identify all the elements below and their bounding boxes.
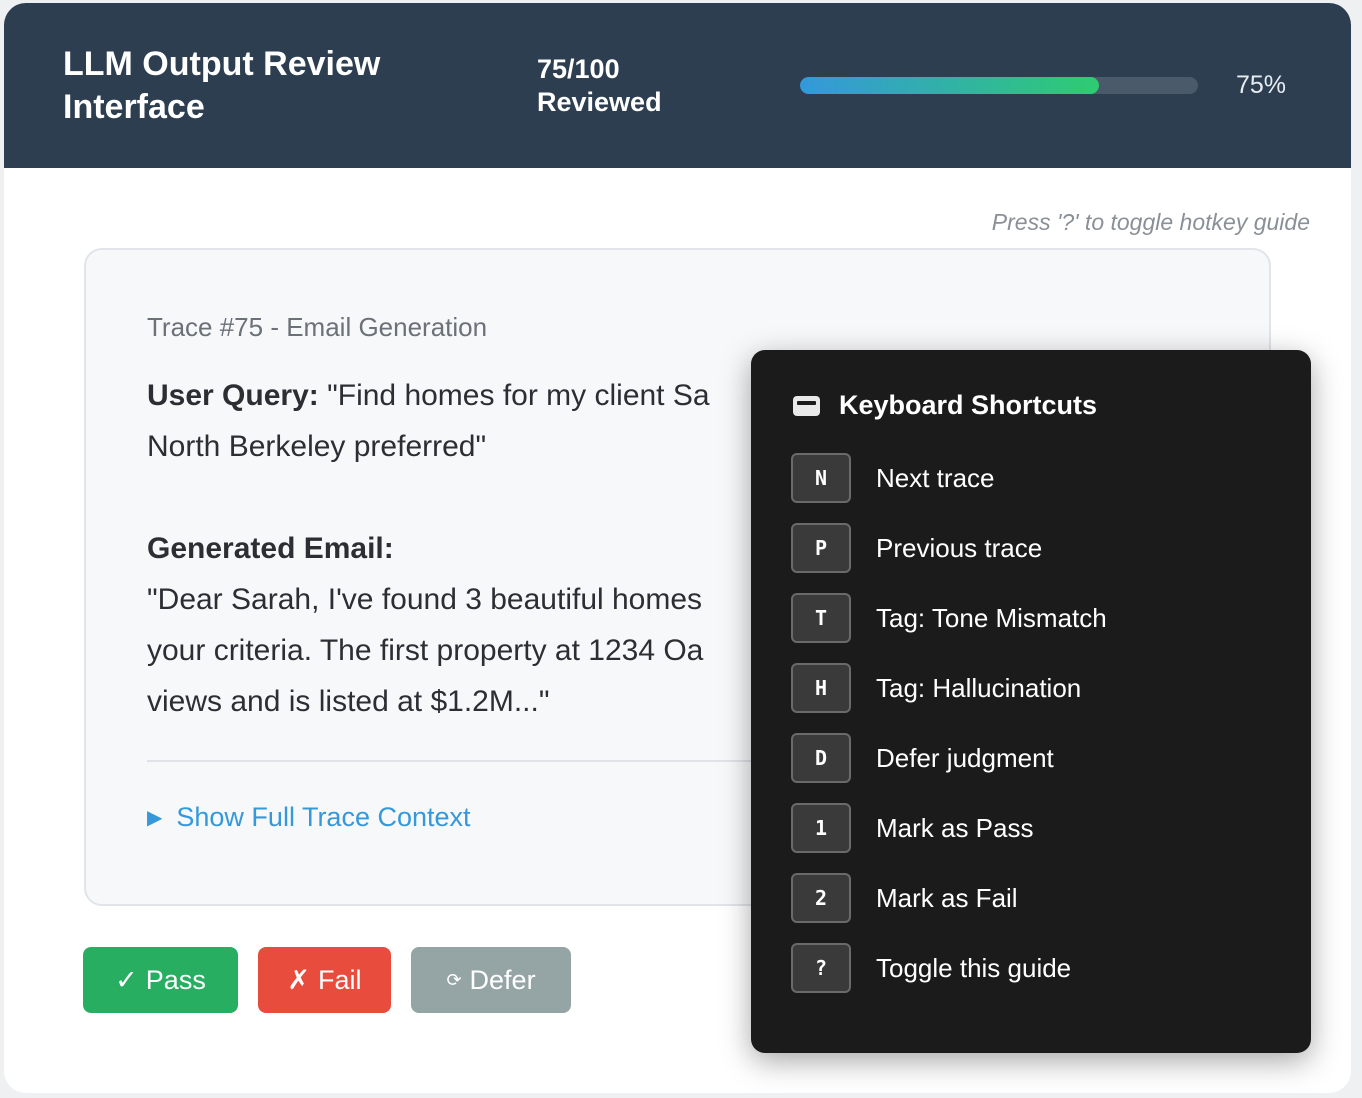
page-title: LLM Output Review Interface — [63, 45, 381, 126]
user-query-label: User Query: — [147, 379, 319, 412]
checkmark-icon: ✓ — [115, 964, 138, 995]
shortcut-toggle-guide: ? Toggle this guide — [791, 943, 1071, 993]
trace-title: Trace #75 - Email Generation — [147, 312, 488, 342]
shortcut-label: Defer judgment — [876, 742, 1054, 773]
show-full-trace-toggle[interactable]: ▶ Show Full Trace Context — [147, 802, 471, 833]
keyboard-icon — [793, 395, 820, 416]
pass-label: Pass — [145, 964, 206, 995]
key-cap: ? — [791, 943, 851, 993]
progress-bar — [800, 77, 1198, 94]
key-cap: P — [791, 523, 851, 573]
shortcut-label: Tag: Tone Mismatch — [876, 602, 1107, 633]
review-counter: 75/100 Reviewed — [537, 54, 662, 117]
defer-button[interactable]: ⟳ Defer — [411, 947, 571, 1013]
fail-label: Fail — [318, 964, 362, 995]
shortcut-next: N Next trace — [791, 453, 995, 503]
keyboard-shortcuts-panel: Keyboard Shortcuts N Next trace P Previo… — [751, 350, 1311, 1053]
show-full-trace-label: Show Full Trace Context — [176, 802, 471, 832]
shortcut-hallucination: H Tag: Hallucination — [791, 663, 1081, 713]
header-bar: LLM Output Review Interface 75/100 Revie… — [4, 3, 1351, 168]
fail-button[interactable]: ✗ Fail — [258, 947, 391, 1013]
shortcut-defer: D Defer judgment — [791, 733, 1054, 783]
shortcut-label: Tag: Hallucination — [876, 672, 1082, 703]
shortcut-label: Mark as Fail — [876, 882, 1018, 913]
key-cap: 2 — [791, 873, 851, 923]
shortcut-label: Previous trace — [876, 532, 1043, 563]
cross-icon: ✗ — [287, 964, 311, 995]
shortcuts-header: Keyboard Shortcuts — [793, 390, 1097, 421]
key-cap: N — [791, 453, 851, 503]
shortcut-label: Toggle this guide — [876, 952, 1072, 983]
key-cap: H — [791, 663, 851, 713]
key-cap: T — [791, 593, 851, 643]
progress-percent: 75% — [1236, 71, 1287, 99]
shortcut-previous: P Previous trace — [791, 523, 1042, 573]
defer-label: Defer — [469, 964, 536, 995]
shortcut-fail: 2 Mark as Fail — [791, 873, 1018, 923]
shortcut-pass: 1 Mark as Pass — [791, 803, 1034, 853]
shortcut-label: Mark as Pass — [876, 812, 1034, 843]
shortcut-label: Next trace — [876, 462, 995, 493]
pass-button[interactable]: ✓ Pass — [83, 947, 238, 1013]
progress-fill — [800, 77, 1099, 94]
triangle-right-icon: ▶ — [147, 807, 163, 829]
key-cap: 1 — [791, 803, 851, 853]
hotkey-hint: Press '?' to toggle hotkey guide — [991, 209, 1310, 235]
refresh-icon: ⟳ — [446, 969, 462, 990]
generated-email-label: Generated Email: — [147, 532, 394, 565]
user-query-text: "Find homes for my client Sa — [327, 379, 710, 412]
shortcut-tone-mismatch: T Tag: Tone Mismatch — [791, 593, 1107, 643]
key-cap: D — [791, 733, 851, 783]
shortcuts-title: Keyboard Shortcuts — [839, 390, 1098, 420]
